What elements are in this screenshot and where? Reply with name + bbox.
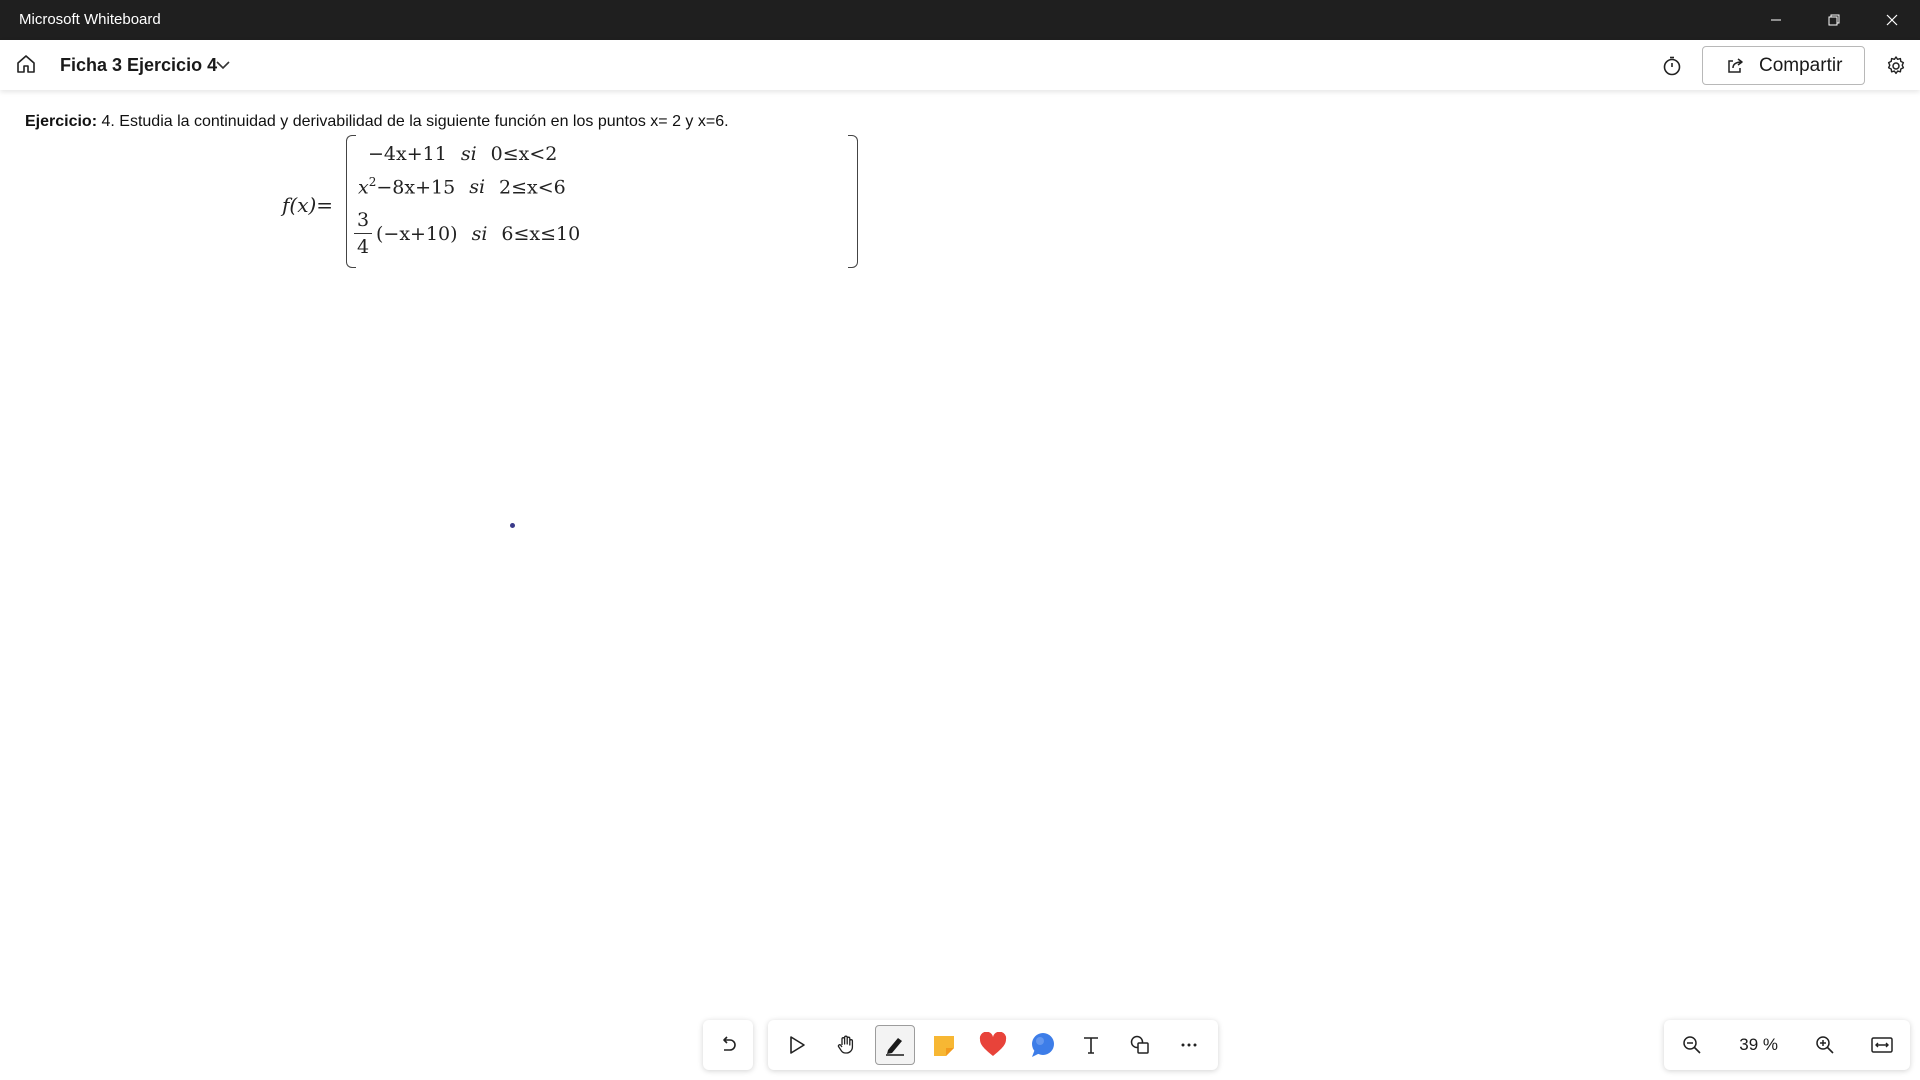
- formula-case-3: (−x+10) si 6≤x≤10: [376, 223, 580, 245]
- chevron-down-icon: [216, 61, 230, 70]
- pan-tool[interactable]: [826, 1025, 866, 1065]
- case-1-condition: 0≤x<2: [490, 143, 558, 165]
- zoom-out-icon: [1683, 1036, 1701, 1054]
- case-3-fraction: 3 4: [354, 207, 372, 260]
- zoom-in-button[interactable]: [1805, 1025, 1845, 1065]
- restore-icon: [1828, 14, 1840, 26]
- minimize-icon: [1771, 19, 1781, 21]
- case-2-base: x: [358, 176, 369, 199]
- case-3-expression: (−x+10): [376, 223, 458, 245]
- app-title: Microsoft Whiteboard: [19, 11, 161, 28]
- right-bracket: [848, 135, 858, 268]
- sticky-note-tool[interactable]: [924, 1025, 964, 1065]
- case-2-expression: −8x+15: [376, 176, 456, 199]
- timer-icon: [1663, 56, 1681, 76]
- case-3-condition: 6≤x≤10: [501, 223, 581, 245]
- more-tools-button[interactable]: [1169, 1025, 1209, 1065]
- text-tool[interactable]: [1071, 1025, 1111, 1065]
- main-toolbar: [768, 1020, 1218, 1070]
- sticky-note-icon: [933, 1036, 954, 1056]
- board-title[interactable]: Ficha 3 Ejercicio 4: [60, 55, 217, 76]
- close-icon: [1886, 14, 1898, 26]
- more-icon: [1181, 1043, 1197, 1047]
- gear-icon: [1887, 56, 1905, 75]
- share-button[interactable]: Compartir: [1702, 46, 1865, 85]
- exercise-text: 4. Estudia la continuidad y derivabilida…: [101, 113, 729, 130]
- piecewise-formula: f(x)= −4x+11 si 0≤x<2 x2−8x+15 si 2≤x<6 3 4 …: [280, 135, 858, 270]
- home-button[interactable]: [10, 48, 42, 80]
- fit-to-screen-icon: [1871, 1037, 1893, 1053]
- comment-bubble-icon: [1032, 1033, 1055, 1057]
- cursor-dot: [510, 523, 515, 528]
- case-2-si: si: [469, 176, 486, 199]
- title-bar: Microsoft Whiteboard: [0, 0, 1920, 40]
- shapes-tool[interactable]: [1120, 1025, 1160, 1065]
- formula-lhs: f(x)=: [282, 193, 334, 217]
- whiteboard-canvas[interactable]: Ejercicio: 4. Estudia la continuidad y d…: [0, 90, 1920, 1080]
- fit-to-screen-button[interactable]: [1862, 1025, 1902, 1065]
- case-1-expression: −4x+11: [368, 143, 447, 165]
- fraction-numerator: 3: [354, 207, 372, 234]
- exercise-statement: Ejercicio: 4. Estudia la continuidad y d…: [25, 113, 729, 131]
- zoom-out-button[interactable]: [1672, 1025, 1712, 1065]
- case-2-condition: 2≤x<6: [499, 176, 566, 199]
- shapes-icon: [1131, 1035, 1150, 1054]
- close-button[interactable]: [1864, 0, 1920, 40]
- fraction-denominator: 4: [356, 236, 370, 258]
- pen-icon: [885, 1038, 904, 1056]
- board-menu-button[interactable]: [212, 56, 234, 74]
- comment-tool[interactable]: [1022, 1025, 1062, 1065]
- pen-tool[interactable]: [874, 1025, 915, 1065]
- undo-toolbar: [703, 1020, 753, 1070]
- exercise-label: Ejercicio:: [25, 113, 98, 130]
- reactions-tool[interactable]: [973, 1025, 1013, 1065]
- formula-case-1: −4x+11 si 0≤x<2: [368, 143, 557, 165]
- zoom-in-icon: [1816, 1036, 1834, 1054]
- minimize-button[interactable]: [1748, 0, 1804, 40]
- pan-hand-icon: [837, 1035, 853, 1054]
- zoom-toolbar: 39 %: [1664, 1020, 1910, 1070]
- app-header: Ficha 3 Ejercicio 4 Compartir: [0, 40, 1920, 90]
- select-tool[interactable]: [777, 1025, 817, 1065]
- select-icon: [789, 1036, 805, 1054]
- undo-button[interactable]: [708, 1025, 748, 1065]
- reaction-heart-icon: [979, 1032, 1007, 1056]
- share-label: Compartir: [1759, 54, 1843, 76]
- settings-button[interactable]: [1880, 50, 1912, 82]
- formula-case-2: x2−8x+15 si 2≤x<6: [358, 175, 566, 198]
- restore-button[interactable]: [1806, 0, 1862, 40]
- zoom-level[interactable]: 39 %: [1729, 1035, 1789, 1055]
- undo-icon: [723, 1036, 736, 1051]
- timer-button[interactable]: [1656, 50, 1688, 82]
- share-icon: [1728, 57, 1743, 73]
- case-3-si: si: [471, 223, 488, 245]
- home-icon: [17, 55, 35, 73]
- case-1-si: si: [460, 143, 477, 165]
- text-icon: [1084, 1037, 1099, 1054]
